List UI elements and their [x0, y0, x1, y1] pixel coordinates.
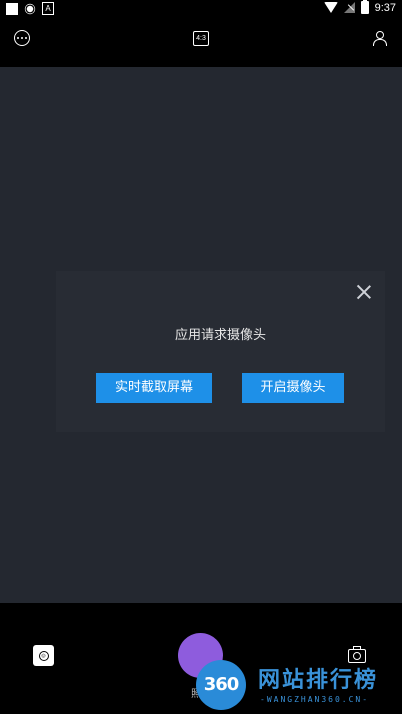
- wifi-icon: [323, 2, 338, 13]
- no-signal-icon: [343, 2, 355, 13]
- aspect-ratio-button[interactable]: 4:3: [188, 25, 214, 51]
- notification-icons: A: [6, 2, 54, 15]
- battery-icon: [360, 0, 369, 14]
- top-toolbar: 4:3: [0, 17, 402, 67]
- capture-screen-button[interactable]: 实时截取屏幕: [96, 373, 212, 403]
- flip-camera-button[interactable]: [347, 646, 367, 664]
- camera-preview: 应用请求摄像头 实时截取屏幕 开启摄像头: [0, 67, 402, 603]
- bottom-controls: ◎ 照片: [0, 603, 402, 714]
- shutter-button[interactable]: [178, 633, 223, 678]
- more-button[interactable]: [9, 25, 35, 51]
- shutter-mode-label: 照片: [191, 689, 211, 700]
- permission-dialog: 应用请求摄像头 实时截取屏幕 开启摄像头: [56, 271, 385, 432]
- brightness-icon: [26, 5, 34, 12]
- gallery-icon: ◎: [38, 650, 49, 661]
- square-notification-icon: [6, 2, 18, 15]
- gallery-button[interactable]: ◎: [33, 645, 54, 666]
- clock: 9:37: [374, 1, 396, 14]
- profile-button[interactable]: [366, 25, 392, 51]
- flip-camera-icon: [348, 649, 366, 663]
- close-icon[interactable]: [355, 283, 373, 301]
- user-icon: [372, 31, 387, 46]
- app-screen: A 9:37 4:3 应用请求摄像头 实时截取屏幕 开启摄像头 ◎ 照片 360…: [0, 0, 402, 714]
- aspect-ratio-icon: 4:3: [193, 30, 209, 46]
- system-icons: 9:37: [323, 0, 396, 14]
- more-icon: [14, 30, 30, 46]
- status-bar: A 9:37: [0, 0, 402, 17]
- a-notification-icon: A: [42, 2, 54, 15]
- dialog-title: 应用请求摄像头: [174, 328, 266, 343]
- open-camera-button[interactable]: 开启摄像头: [242, 373, 344, 403]
